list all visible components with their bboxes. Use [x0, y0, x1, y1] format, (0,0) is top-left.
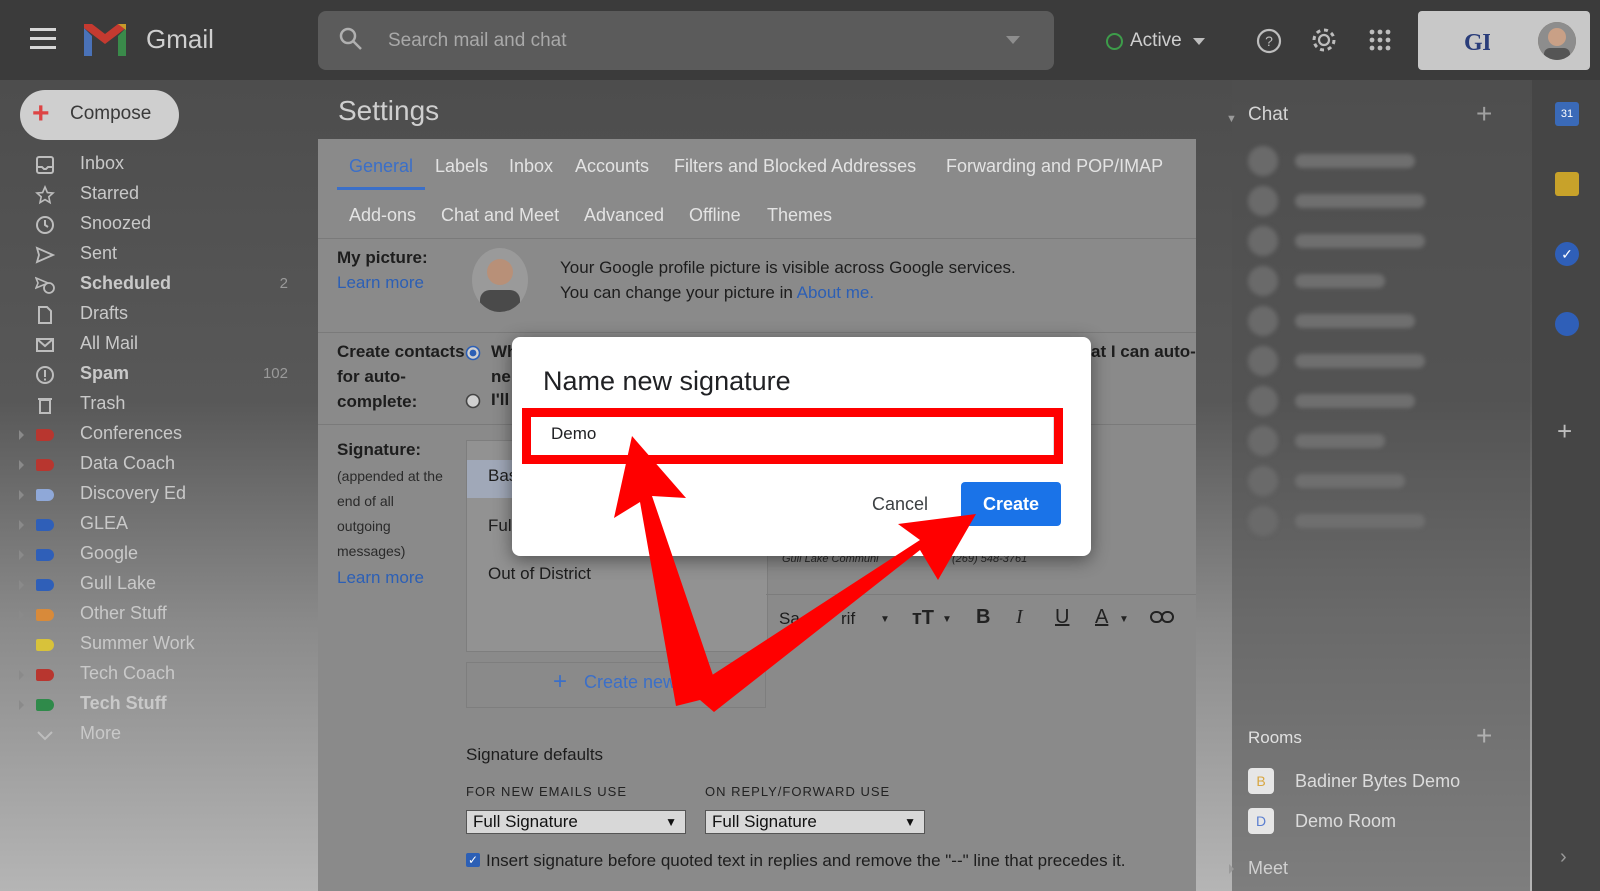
- arrow-to-input-icon: [614, 436, 718, 706]
- arrow-to-create-icon: [686, 514, 976, 712]
- annotation-arrows: [614, 436, 976, 712]
